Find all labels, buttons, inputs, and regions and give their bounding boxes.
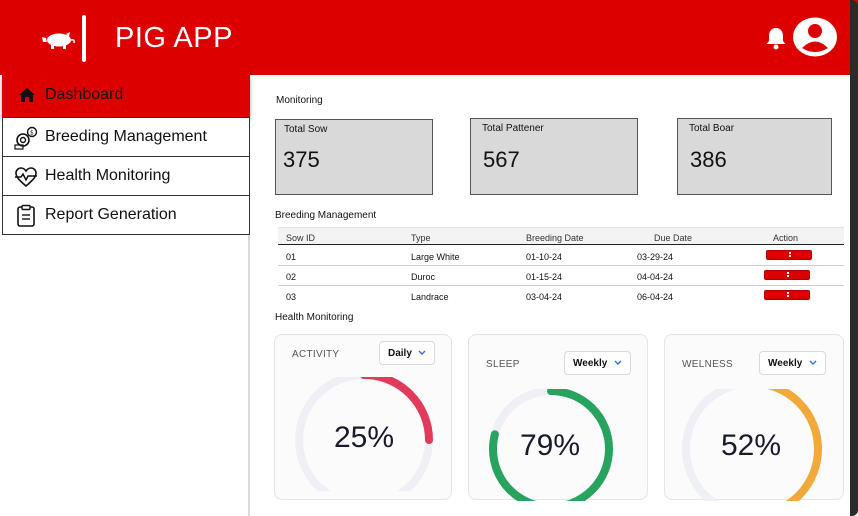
cell-sow-id: 01 — [286, 252, 297, 262]
sidebar-item-label: Dashboard — [45, 86, 124, 103]
metric-card-wellness: WELNESS Weekly 52% — [664, 334, 844, 501]
column-header: Sow ID — [286, 233, 316, 243]
app-header: PIG APP — [0, 0, 858, 75]
monitoring-title: Monitoring — [276, 95, 323, 106]
heart-pulse-icon — [15, 167, 37, 188]
metric-label: SLEEP — [486, 359, 520, 370]
cell-breeding-date: 01-10-24 — [526, 252, 563, 262]
metric-label: WELNESS — [682, 359, 734, 370]
more-vertical-icon — [787, 272, 789, 278]
breeding-management-title: Breeding Management — [275, 210, 377, 221]
sidebar-item-health-monitoring[interactable]: Health Monitoring — [2, 156, 250, 196]
cell-due-date: 03-29-24 — [637, 252, 674, 262]
stat-value: 567 — [483, 147, 520, 172]
sidebar-item-dashboard[interactable]: Dashboard — [2, 75, 250, 117]
more-vertical-icon — [789, 252, 791, 258]
breeding-icon: $ — [14, 126, 38, 150]
pig-logo-icon — [42, 32, 75, 49]
period-dropdown[interactable]: Weekly — [759, 351, 826, 375]
metric-card-activity: ACTIVITY Daily 25% — [274, 334, 452, 500]
sidebar-item-breeding-management[interactable]: $ Breeding Management — [2, 117, 250, 157]
row-action-button[interactable] — [766, 250, 812, 260]
table-header: Sow ID Type Breeding Date Due Date Actio… — [278, 227, 844, 245]
chevron-down-icon — [809, 360, 817, 365]
dropdown-value: Weekly — [573, 358, 608, 369]
table-row: 01 Large White 01-10-24 03-29-24 — [278, 246, 844, 266]
cell-type: Large White — [411, 252, 460, 262]
stat-value: 386 — [690, 147, 727, 172]
stat-label: Total Boar — [689, 123, 735, 134]
health-monitoring-title: Health Monitoring — [275, 312, 354, 323]
period-dropdown[interactable]: Daily — [379, 341, 435, 365]
dashboard-main: Monitoring Total Sow 375 Total Pattener … — [252, 75, 850, 516]
cell-type: Duroc — [411, 272, 436, 282]
cell-sow-id: 02 — [286, 272, 297, 282]
table-row: 03 Landrace 03-04-24 06-04-24 — [278, 286, 844, 306]
column-header: Breeding Date — [526, 233, 584, 243]
sidebar-item-label: Report Generation — [45, 206, 177, 223]
stat-label: Total Pattener — [482, 123, 544, 134]
sidebar: Dashboard $ Breeding Management Health M… — [0, 75, 250, 516]
bell-icon[interactable] — [765, 26, 787, 50]
more-vertical-icon — [787, 292, 789, 298]
cell-type: Landrace — [411, 292, 449, 302]
metric-value: 25% — [333, 421, 395, 454]
cell-breeding-date: 03-04-24 — [526, 292, 563, 302]
cell-due-date: 04-04-24 — [637, 272, 674, 282]
window-frame-edge — [850, 0, 858, 516]
metric-card-sleep: SLEEP Weekly 79% — [468, 334, 648, 501]
stat-label: Total Sow — [284, 124, 328, 135]
stat-value: 375 — [283, 147, 320, 172]
column-header: Type — [411, 233, 431, 243]
user-avatar-icon[interactable] — [792, 17, 838, 57]
stat-card-total-boar: Total Boar 386 — [677, 118, 832, 195]
period-dropdown[interactable]: Weekly — [564, 351, 631, 375]
dropdown-value: Weekly — [768, 358, 803, 369]
dropdown-value: Daily — [388, 348, 412, 359]
metric-label: ACTIVITY — [292, 349, 340, 360]
stat-card-total-sow: Total Sow 375 — [275, 119, 433, 195]
sidebar-item-report-generation[interactable]: Report Generation — [2, 195, 250, 235]
clipboard-icon — [17, 204, 35, 227]
logo-divider — [82, 15, 86, 62]
column-header: Due Date — [654, 233, 693, 243]
cell-breeding-date: 01-15-24 — [526, 272, 563, 282]
chevron-down-icon — [418, 350, 426, 355]
cell-due-date: 06-04-24 — [637, 292, 674, 302]
sidebar-item-label: Health Monitoring — [45, 167, 171, 184]
metric-value: 52% — [720, 429, 782, 462]
row-action-button[interactable] — [764, 270, 810, 280]
svg-text:$: $ — [30, 130, 34, 137]
cell-sow-id: 03 — [286, 292, 297, 302]
row-action-button[interactable] — [764, 290, 810, 300]
home-icon — [19, 88, 35, 102]
column-header: Action — [773, 233, 799, 243]
stat-card-total-pattener: Total Pattener 567 — [470, 118, 638, 195]
chevron-down-icon — [614, 360, 622, 365]
metric-value: 79% — [519, 429, 581, 462]
table-row: 02 Duroc 01-15-24 04-04-24 — [278, 266, 844, 286]
app-title: PIG APP — [115, 22, 233, 54]
sidebar-item-label: Breeding Management — [45, 128, 207, 145]
